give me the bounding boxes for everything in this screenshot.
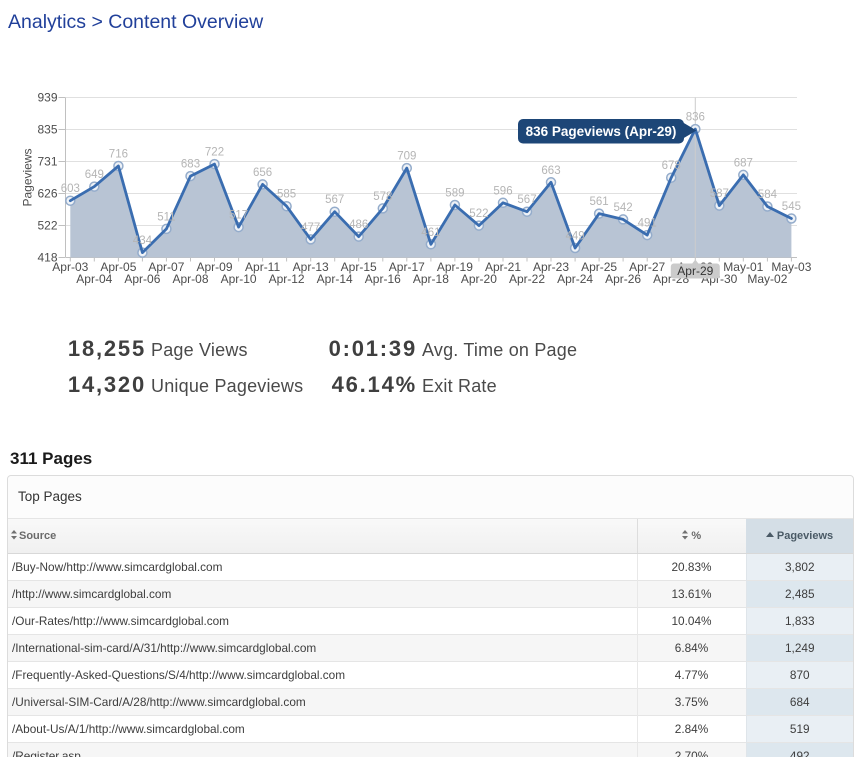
svg-text:May-03: May-03	[771, 260, 811, 274]
svg-text:Apr-04: Apr-04	[76, 272, 112, 286]
svg-text:Apr-08: Apr-08	[172, 272, 208, 286]
svg-text:836: 836	[686, 112, 705, 124]
svg-text:Apr-12: Apr-12	[269, 272, 305, 286]
svg-text:Apr-22: Apr-22	[509, 272, 545, 286]
svg-text:939: 939	[37, 91, 57, 105]
svg-text:517: 517	[229, 210, 248, 222]
svg-text:511: 511	[157, 211, 175, 223]
svg-text:731: 731	[37, 155, 57, 169]
svg-text:663: 663	[541, 165, 560, 177]
svg-text:Apr-29: Apr-29	[677, 264, 713, 278]
svg-text:Apr-16: Apr-16	[365, 272, 401, 286]
svg-text:522: 522	[37, 219, 57, 233]
svg-text:722: 722	[205, 147, 224, 159]
svg-text:585: 585	[277, 189, 296, 201]
svg-text:Apr-20: Apr-20	[461, 272, 497, 286]
svg-text:578: 578	[373, 191, 392, 203]
svg-text:589: 589	[445, 188, 464, 200]
svg-text:Apr-14: Apr-14	[317, 272, 353, 286]
svg-text:545: 545	[782, 201, 801, 213]
svg-text:656: 656	[253, 167, 272, 179]
svg-text:542: 542	[614, 202, 633, 214]
svg-text:584: 584	[758, 189, 778, 201]
svg-text:649: 649	[85, 169, 104, 181]
svg-text:836 Pageviews (Apr-29): 836 Pageviews (Apr-29)	[526, 124, 677, 139]
svg-text:Apr-24: Apr-24	[557, 272, 593, 286]
svg-text:461: 461	[421, 227, 440, 239]
svg-text:561: 561	[590, 196, 609, 208]
svg-text:Apr-26: Apr-26	[605, 272, 641, 286]
svg-text:May-02: May-02	[747, 272, 787, 286]
svg-text:477: 477	[301, 222, 320, 234]
svg-text:449: 449	[566, 231, 585, 243]
svg-text:Apr-18: Apr-18	[413, 272, 449, 286]
svg-text:709: 709	[397, 151, 416, 163]
svg-text:678: 678	[662, 160, 681, 172]
svg-text:835: 835	[37, 123, 57, 137]
svg-text:567: 567	[517, 194, 536, 206]
svg-text:567: 567	[325, 194, 344, 206]
svg-text:596: 596	[493, 185, 512, 197]
svg-text:603: 603	[61, 183, 80, 195]
svg-text:Pageviews: Pageviews	[21, 148, 35, 206]
svg-text:716: 716	[109, 149, 128, 161]
svg-text:587: 587	[710, 188, 729, 200]
svg-text:Apr-10: Apr-10	[221, 272, 257, 286]
svg-text:491: 491	[638, 218, 657, 230]
svg-text:522: 522	[469, 208, 488, 220]
svg-text:486: 486	[349, 219, 368, 231]
svg-text:683: 683	[181, 159, 200, 171]
svg-text:687: 687	[734, 157, 753, 169]
svg-text:626: 626	[37, 187, 57, 201]
svg-text:Apr-06: Apr-06	[124, 272, 160, 286]
svg-text:434: 434	[133, 235, 153, 247]
